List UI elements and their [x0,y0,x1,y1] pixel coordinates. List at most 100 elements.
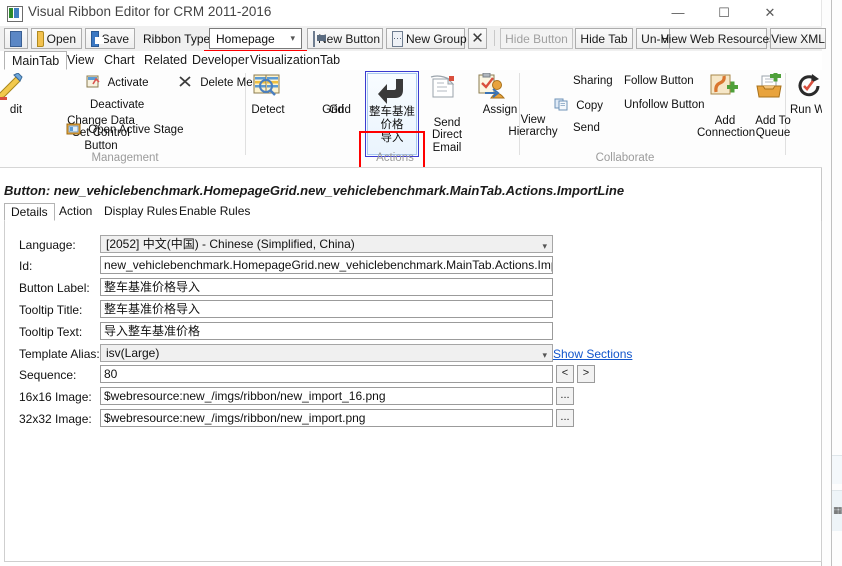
tooltip-title-value: 整车基准价格导入 [104,302,201,316]
ribbon-button-sharing[interactable]: Sharing [573,75,613,88]
ribbon-button-open-active-stage[interactable]: Open Active Stage [66,122,183,137]
ribbon-tab-label: MainTab [12,54,60,68]
sequence-value: 80 [104,367,118,381]
ribbon-button-label: Detect [251,104,285,116]
button-label-input[interactable]: 整车基准价格导入 [100,278,553,296]
ribbon-button-run-workflow[interactable]: Run Workf [790,102,822,117]
ribbon-tab-chart[interactable]: Chart [97,51,142,70]
sequence-next-button[interactable]: > [577,365,595,383]
ribbon-button-follow[interactable]: Follow Button [624,75,694,88]
template-alias-value: isv(Large) [106,346,160,360]
open-button[interactable]: Open [31,28,82,49]
ribbon-button-unfollow[interactable]: Unfollow Button [624,99,705,112]
template-alias-select[interactable]: isv(Large) ▾ [100,344,553,362]
ribbon-button-import-selected[interactable]: 整车基准价格 导入 [365,71,419,157]
connect-button[interactable] [4,28,28,49]
detect-duplicates-icon [253,73,283,101]
ribbon-button-label: View Hierarchy [508,113,558,139]
image32-browse-button[interactable]: ... [556,409,574,427]
ribbon-button-view-hierarchy[interactable]: View Hierarchy [505,99,561,151]
ribbon-button-grid-2[interactable]: Grid [311,102,369,117]
copy-icon [554,98,569,111]
ribbon-button-label: Deactivate [90,99,145,111]
image32-input[interactable]: $webresource:new_/imgs/ribbon/new_import… [100,409,553,427]
ribbon-button-label: Follow Button [624,75,694,87]
hide-tab-button[interactable]: Hide Tab [575,28,633,49]
image32-label: 32x32 Image: [19,412,92,426]
ribbon-tab-view[interactable]: View [60,51,101,70]
tooltip-title-label: Tooltip Title: [19,303,83,317]
background-window-sliver: ▦▨ [821,0,842,566]
folder-open-icon [37,30,44,47]
ribbon-button-label: Copy [576,100,604,112]
button-label-label: Button Label: [19,281,90,295]
ribbon-button-label: Sharing [573,75,613,87]
ribbon-button-add-connection[interactable]: Add Connection [697,100,755,152]
detail-tab-label: Details [11,205,48,219]
language-select[interactable]: [2052] 中文(中国) - Chinese (Simplified, Chi… [100,235,553,253]
run-workflow-icon [795,73,822,101]
image16-label: 16x16 Image: [19,390,92,404]
show-sections-link[interactable]: Show Sections [553,347,632,361]
view-xml-label: View XML [771,31,825,46]
assign-icon [476,72,506,101]
id-label: Id: [19,259,33,273]
template-alias-label: Template Alias: [19,347,100,361]
image16-input[interactable]: $webresource:new_/imgs/ribbon/new_import… [100,387,553,405]
add-to-queue-icon [755,70,785,101]
tab-display-rules[interactable]: Display Rules [98,203,183,221]
sequence-prev-button[interactable]: < [556,365,574,383]
image16-browse-label: ... [560,389,570,401]
tab-action[interactable]: Action [53,203,98,221]
open-active-stage-icon [66,122,81,135]
selected-element-path: Button: new_vehiclebenchmark.HomepageGri… [4,183,625,198]
id-input[interactable]: new_vehiclebenchmark.HomepageGrid.new_ve… [100,256,553,274]
hide-button-button: Hide Button [500,28,573,49]
window-title: Visual Ribbon Editor for CRM 2011-2016 [28,4,272,19]
ribbon-button-send[interactable]: Send [573,122,600,135]
ribbon-button-label: Activate [107,77,149,89]
new-button-button[interactable]: New Button [307,28,383,49]
ribbon-tab-visualizationtab[interactable]: VisualizationTab [243,51,347,70]
ribbon-button-label: Send Direct Email [431,116,463,154]
minimize-button[interactable]: — [655,0,701,26]
new-button-icon [313,30,326,47]
ribbon-tab-maintab[interactable]: MainTab [4,51,68,70]
tab-details[interactable]: Details [4,203,55,221]
tab-enable-rules[interactable]: Enable Rules [173,203,256,221]
ribbon-button-copy[interactable]: Copy [554,98,603,113]
open-button-label: Open [46,31,76,46]
tooltip-text-input[interactable]: 导入整车基准价格 [100,322,553,340]
close-button[interactable]: ✕ [747,0,793,26]
ribbon-button-detect[interactable]: Detect [239,102,297,117]
sequence-input[interactable]: 80 [100,365,553,383]
ribbon-editor-window: ▦▨ Visual Ribbon Editor for CRM 2011-201… [0,0,842,566]
new-group-icon: ··· [392,30,403,47]
main-toolbar: Open Save Ribbon Type: Homepage ▾ New Bu… [0,26,826,79]
view-web-resources-button[interactable]: View Web Resources [661,28,775,49]
maximize-button[interactable]: ☐ [701,0,747,26]
view-xml-button[interactable]: View XML [770,28,826,49]
ribbon-button-activate[interactable]: Activate [86,75,148,90]
new-group-button[interactable]: ··· New Group [386,28,467,49]
title-bar-right-edge [821,0,822,26]
add-connection-icon [709,73,739,101]
send-email-icon [430,73,460,101]
ribbon-button-deactivate[interactable]: Deactivate [90,99,144,112]
app-icon [7,6,23,22]
sequence-prev-label: < [561,367,569,379]
ribbon-button-label: Add To Queue [755,114,791,140]
language-label: Language: [19,238,76,252]
delete-button[interactable]: ✕ [468,28,487,49]
ribbon-tab-label: VisualizationTab [250,53,341,67]
ribbon-groups-panel: dit Change Data Set Control Button Activ… [0,70,822,167]
ribbon-button-edit[interactable]: dit [0,102,45,117]
ribbon-type-select[interactable]: Homepage ▾ [209,28,302,49]
save-button[interactable]: Save [85,28,135,49]
ribbon-tab-label: Developer [192,53,249,67]
hide-tab-label: Hide Tab [580,31,628,46]
floppy-disk-icon [91,30,104,47]
image16-browse-button[interactable]: ... [556,387,574,405]
tooltip-title-input[interactable]: 整车基准价格导入 [100,300,553,318]
delete-x-icon [178,75,193,88]
